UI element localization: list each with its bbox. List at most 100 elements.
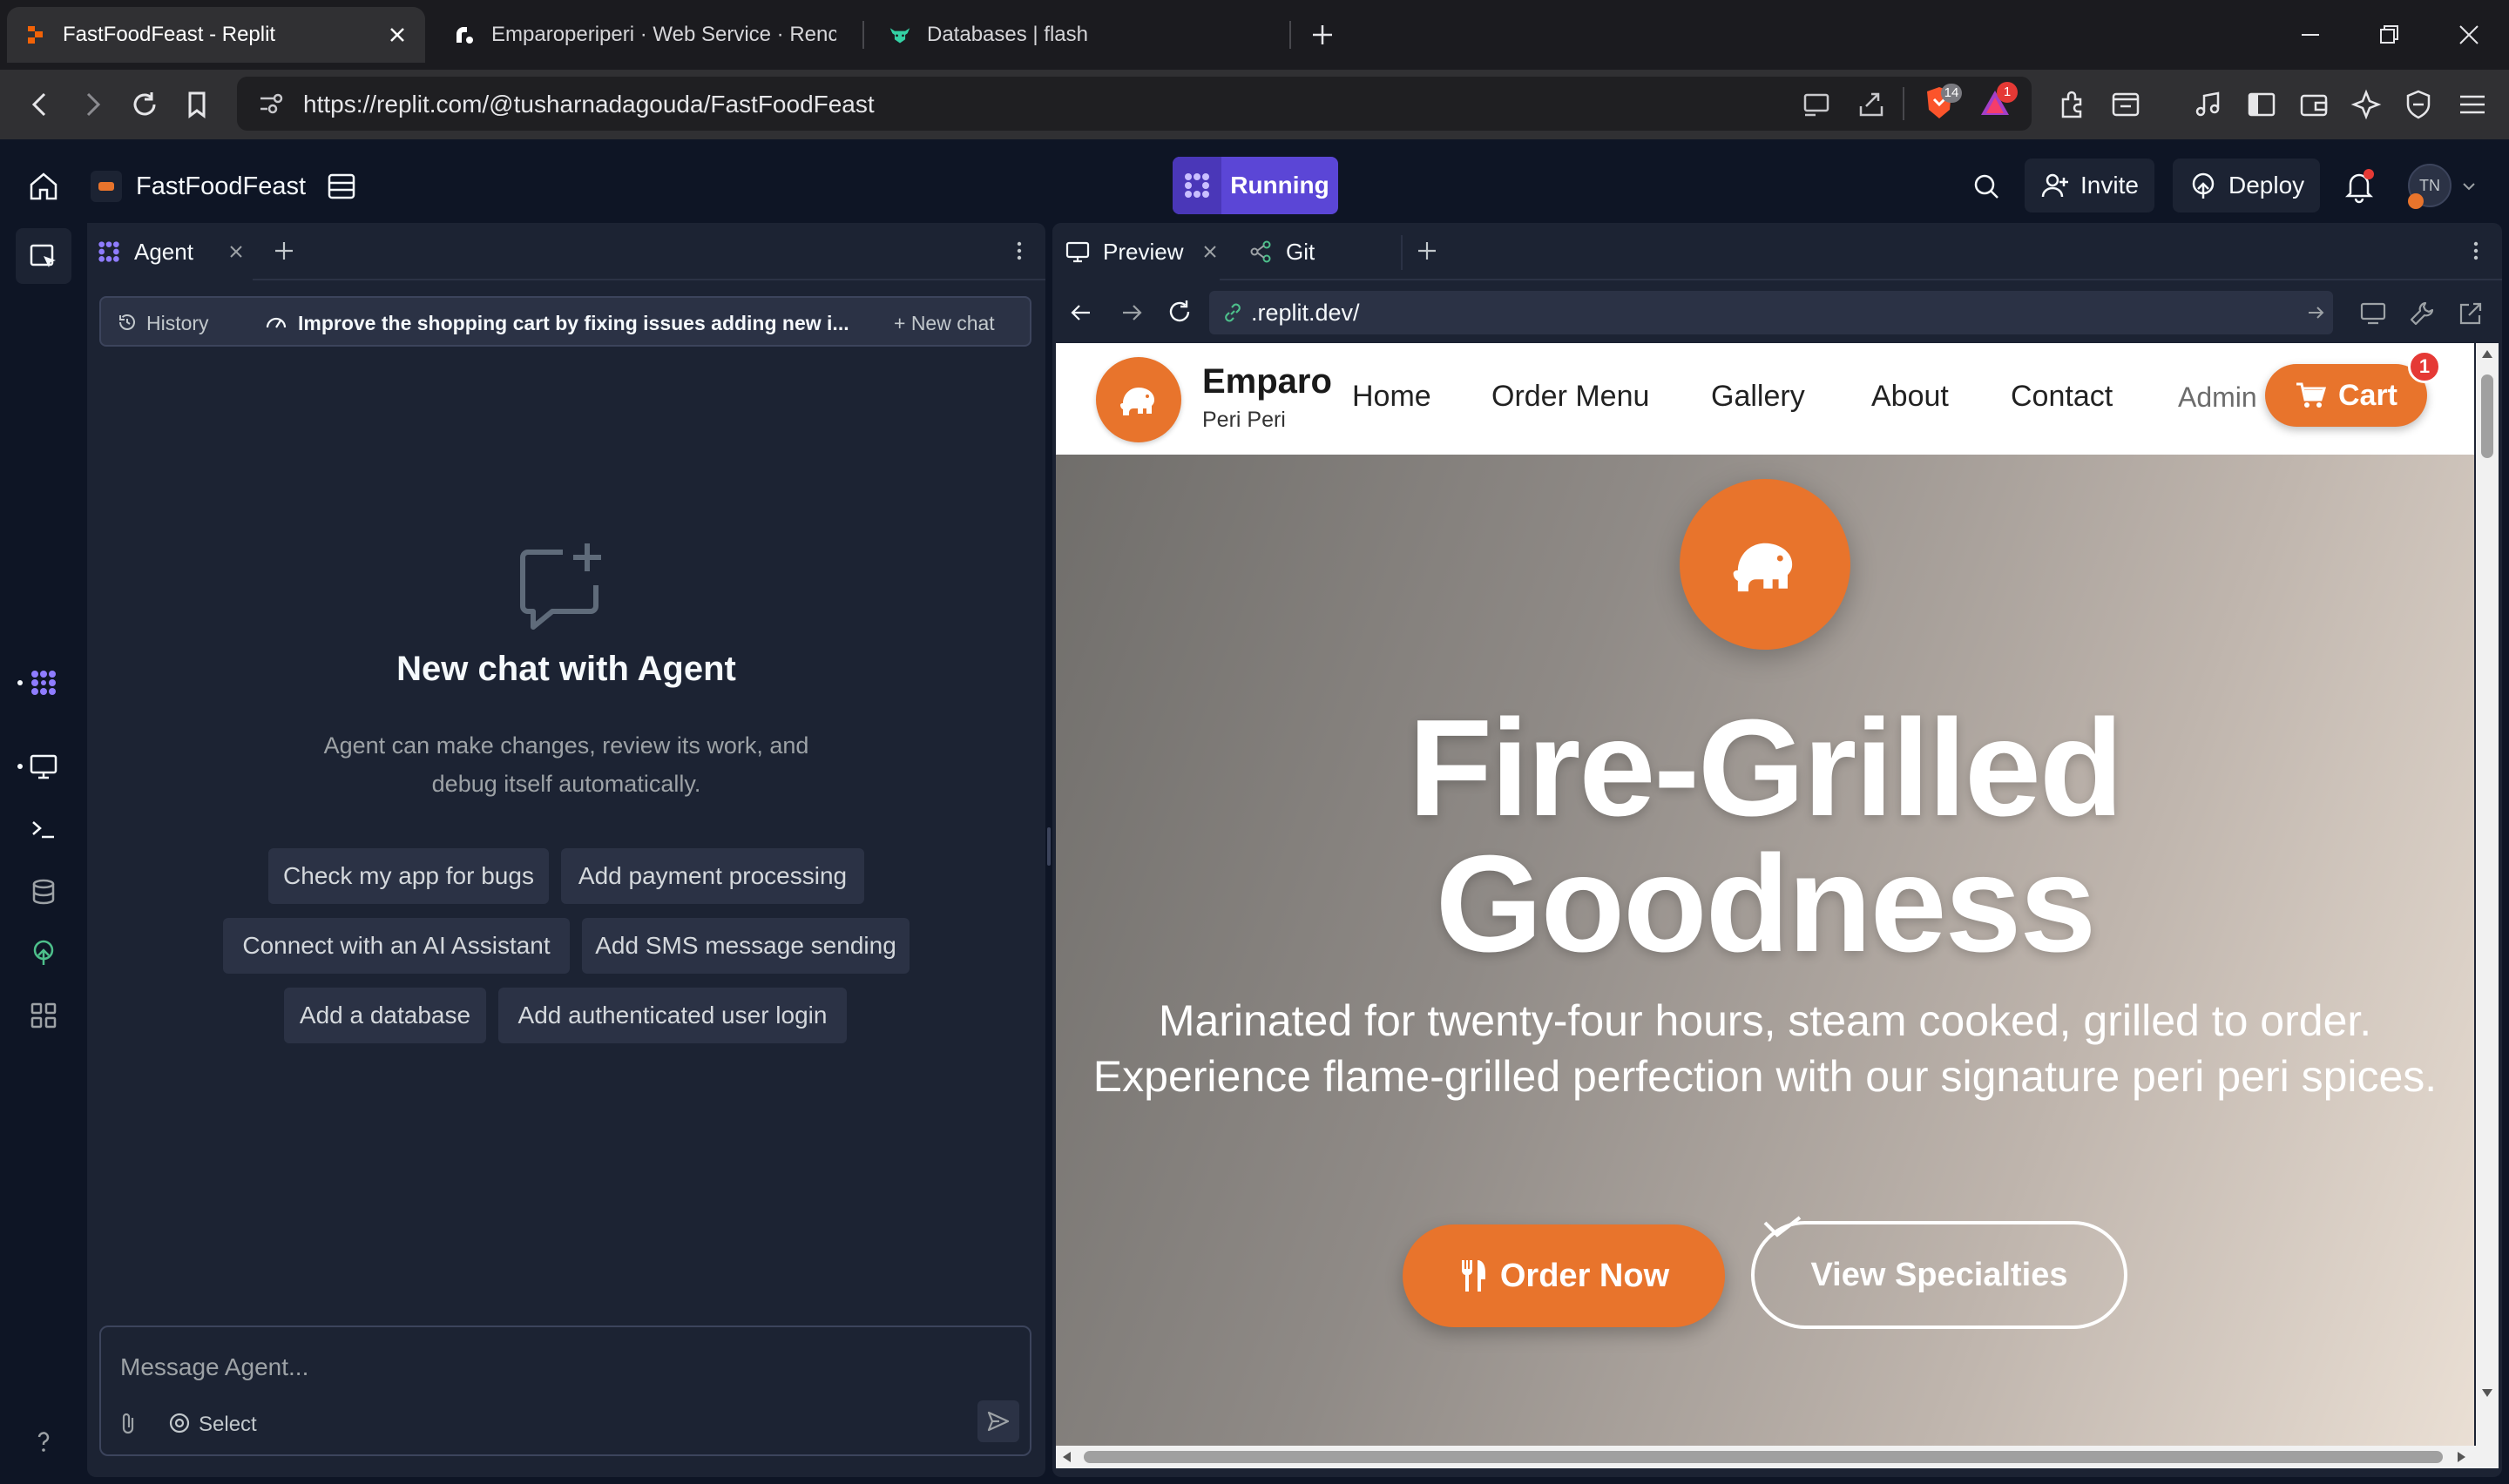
close-tab-icon[interactable] <box>1200 242 1220 261</box>
cart-button[interactable]: Cart <box>2265 364 2427 427</box>
project-name[interactable]: FastFoodFeast <box>136 172 306 201</box>
current-chat-title[interactable]: Improve the shopping cart by fixing issu… <box>298 312 849 335</box>
extensions-icon[interactable] <box>2056 87 2091 122</box>
agent-panel: Agent History Improve the shopping cart … <box>87 223 1045 1477</box>
back-icon[interactable] <box>23 87 57 122</box>
new-chat-button[interactable]: + New chat <box>894 312 995 335</box>
nav-about[interactable]: About <box>1871 380 1949 414</box>
menu-icon[interactable] <box>2455 87 2490 122</box>
help-icon[interactable] <box>23 1421 64 1463</box>
vpn-shield-icon[interactable] <box>2401 87 2436 122</box>
hero-title: Fire-Grilled Goodness <box>1056 699 2474 973</box>
home-icon[interactable] <box>26 169 61 204</box>
deploy-button[interactable]: Deploy <box>2173 159 2321 212</box>
brave-rewards-icon[interactable]: 1 <box>1978 82 2018 124</box>
bookmark-icon[interactable] <box>179 87 214 122</box>
device-preview-icon[interactable] <box>2359 300 2387 327</box>
scroll-thumb[interactable] <box>2481 374 2493 458</box>
add-tab-icon[interactable] <box>272 239 296 263</box>
webview-icon[interactable] <box>23 745 64 787</box>
chevron-down-icon[interactable] <box>2460 178 2478 195</box>
agent-icon[interactable] <box>23 662 64 704</box>
nav-contact[interactable]: Contact <box>2011 380 2113 414</box>
nav-gallery[interactable]: Gallery <box>1711 380 1805 414</box>
scroll-left-icon[interactable] <box>1061 1451 1072 1463</box>
shield-count-badge: 14 <box>1941 84 1962 103</box>
tab-divider <box>1289 21 1291 49</box>
run-status-label: Running <box>1230 172 1329 199</box>
scroll-down-icon[interactable] <box>2481 1388 2493 1399</box>
run-status-button[interactable]: Running <box>1173 157 1338 214</box>
preview-back-icon[interactable] <box>1068 300 1094 326</box>
close-tab-icon[interactable] <box>227 242 246 261</box>
select-button[interactable]: Select <box>199 1413 257 1437</box>
forward-icon[interactable] <box>75 87 110 122</box>
message-agent-input[interactable]: Message Agent... Select <box>99 1325 1031 1456</box>
suggestion-chip[interactable]: Check my app for bugs <box>268 848 549 904</box>
all-tools-icon[interactable] <box>23 995 64 1036</box>
order-now-button[interactable]: Order Now <box>1403 1224 1725 1327</box>
minimize-icon[interactable] <box>2296 21 2324 49</box>
scroll-up-icon[interactable] <box>2481 348 2493 359</box>
new-tab-icon[interactable] <box>1309 21 1336 49</box>
browser-tab-databases[interactable]: Databases | flash <box>871 7 1289 63</box>
sidebar-toggle-icon[interactable] <box>2244 87 2279 122</box>
select-element-icon[interactable] <box>167 1411 192 1435</box>
tab-preview[interactable]: Preview <box>1052 223 1220 280</box>
brave-shields-icon[interactable]: 14 <box>1922 84 1962 124</box>
tab-git[interactable]: Git <box>1235 223 1401 280</box>
preview-forward-icon[interactable] <box>1119 300 1145 326</box>
browser-tab-replit[interactable]: FastFoodFeast - Replit <box>7 7 425 63</box>
horizontal-scrollbar[interactable] <box>1056 1446 2499 1468</box>
share-icon[interactable] <box>1856 89 1887 120</box>
suggestion-chip[interactable]: Add authenticated user login <box>498 988 847 1043</box>
address-bar[interactable]: https://replit.com/@tusharnadagouda/Fast… <box>237 77 2032 131</box>
history-button[interactable]: History <box>146 312 209 335</box>
deployments-icon[interactable] <box>23 932 64 974</box>
view-specialties-button[interactable]: View Specialties <box>1751 1221 2127 1329</box>
nav-admin[interactable]: Admin <box>2178 381 2257 414</box>
scroll-right-icon[interactable] <box>2457 1451 2467 1463</box>
open-url-arrow-icon[interactable] <box>2305 301 2328 324</box>
reload-icon[interactable] <box>127 87 162 122</box>
site-settings-icon[interactable] <box>256 89 286 118</box>
attach-icon[interactable] <box>117 1411 141 1437</box>
suggestion-chip[interactable]: Connect with an AI Assistant <box>223 918 570 974</box>
browser-toolbar: https://replit.com/@tusharnadagouda/Fast… <box>0 70 2509 139</box>
nav-order-menu[interactable]: Order Menu <box>1491 380 1649 414</box>
more-options-icon[interactable] <box>1007 239 1031 263</box>
restore-icon[interactable] <box>2375 21 2403 49</box>
invite-button[interactable]: Invite <box>2025 159 2154 212</box>
devtools-wrench-icon[interactable] <box>2408 300 2436 327</box>
cast-icon[interactable] <box>1802 89 1833 120</box>
open-new-tab-icon[interactable] <box>2457 300 2485 327</box>
suggestion-chip[interactable]: Add SMS message sending <box>582 918 910 974</box>
wallet-icon[interactable] <box>2296 87 2331 122</box>
brand-logo[interactable] <box>1096 357 1181 442</box>
send-button[interactable] <box>977 1400 1019 1442</box>
leo-ai-icon[interactable] <box>2349 87 2384 122</box>
vertical-scrollbar[interactable] <box>2476 343 2499 1446</box>
close-window-icon[interactable] <box>2455 21 2483 49</box>
preview-url-field[interactable]: .replit.dev/ <box>1209 291 2333 334</box>
suggestion-chip[interactable]: Add a database <box>284 988 486 1043</box>
suggestion-chip[interactable]: Add payment processing <box>561 848 864 904</box>
close-tab-icon[interactable] <box>387 24 408 45</box>
music-icon[interactable] <box>2192 87 2227 122</box>
nav-home[interactable]: Home <box>1352 380 1431 414</box>
reader-mode-icon[interactable] <box>2108 87 2143 122</box>
file-tree-icon[interactable] <box>16 228 71 284</box>
project-details-icon[interactable] <box>324 169 359 204</box>
preview-reload-icon[interactable] <box>1166 298 1194 326</box>
divider <box>1903 87 1904 120</box>
shell-icon[interactable] <box>23 808 64 850</box>
scroll-thumb[interactable] <box>1084 1451 2443 1463</box>
database-icon[interactable] <box>23 871 64 913</box>
notifications-icon[interactable] <box>2342 167 2377 204</box>
panel-resize-handle[interactable] <box>1047 827 1051 866</box>
browser-tab-render[interactable]: Emparoperiperi · Web Service · Renc <box>436 7 854 63</box>
brand-name[interactable]: Emparo <box>1202 362 1332 401</box>
search-icon[interactable] <box>1969 169 2004 204</box>
add-tab-icon[interactable] <box>1415 239 1439 263</box>
more-options-icon[interactable] <box>2464 239 2488 263</box>
